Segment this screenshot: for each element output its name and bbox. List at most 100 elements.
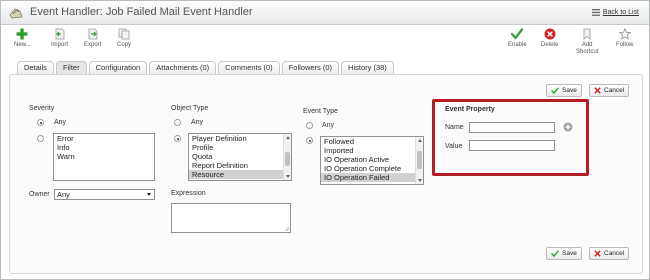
object-type-option[interactable]: Profile	[189, 143, 291, 152]
object-type-any-label: Any	[191, 119, 204, 126]
follow-label: Follow	[616, 42, 634, 48]
save-button-bottom[interactable]: Save	[546, 247, 582, 260]
import-button[interactable]: Import	[51, 28, 68, 49]
object-type-any-radio[interactable]	[174, 119, 181, 126]
object-type-option[interactable]: Quota	[189, 152, 291, 161]
event-property-label: Event Property	[445, 106, 495, 113]
scroll-up-icon	[418, 139, 422, 142]
copy-icon	[118, 28, 130, 40]
object-type-label: Object Type	[171, 105, 209, 112]
tab-followers[interactable]: Followers (0)	[281, 61, 340, 74]
add-property-icon[interactable]	[563, 122, 573, 132]
copy-button[interactable]: Copy	[117, 28, 131, 49]
object-type-list-radio[interactable]	[174, 135, 181, 142]
expression-label: Expression	[171, 190, 206, 197]
scroll-thumb[interactable]	[285, 152, 290, 166]
property-value-input[interactable]	[469, 140, 555, 151]
cancel-x-icon	[594, 250, 601, 257]
export-button[interactable]: Export	[84, 28, 101, 49]
expression-textarea[interactable]	[171, 203, 291, 233]
event-type-option[interactable]: Followed	[321, 137, 423, 146]
add-shortcut-label-1: Add	[581, 42, 593, 48]
event-type-option[interactable]: IO Operation Active	[321, 155, 423, 164]
severity-listbox[interactable]: Error Info Warn	[53, 133, 155, 181]
severity-any-radio[interactable]	[37, 119, 44, 126]
object-type-option[interactable]: Player Definition	[189, 134, 291, 143]
event-handler-window: Event Handler: Job Failed Mail Event Han…	[0, 0, 650, 280]
event-type-any-label: Any	[322, 122, 335, 129]
save-label: Save	[562, 250, 577, 257]
add-shortcut-button[interactable]: Add Shortcut	[576, 28, 598, 56]
save-check-icon	[551, 87, 559, 94]
tab-bar: Details Filter Configuration Attachments…	[17, 61, 394, 74]
scroll-down-icon	[286, 175, 290, 178]
severity-label: Severity	[29, 105, 55, 112]
list-icon	[591, 9, 600, 16]
event-type-option[interactable]: IO Operation Complete	[321, 164, 423, 173]
tab-attachments[interactable]: Attachments (0)	[149, 61, 217, 74]
new-button[interactable]: New...	[14, 28, 31, 49]
plus-icon	[16, 28, 28, 40]
object-type-option[interactable]: Report Definition	[189, 161, 291, 170]
event-type-scrollbar[interactable]	[415, 137, 423, 184]
delete-label: Delete	[541, 42, 559, 48]
event-type-listbox[interactable]: Followed Imported IO Operation Active IO…	[320, 136, 424, 185]
tab-comments[interactable]: Comments (0)	[218, 61, 280, 74]
back-to-list-label: Back to List	[602, 9, 639, 16]
copy-label: Copy	[117, 42, 132, 48]
follow-button[interactable]: Follow	[616, 28, 633, 49]
cancel-x-icon	[594, 87, 601, 94]
event-type-any-radio[interactable]	[306, 122, 313, 129]
export-icon	[88, 28, 98, 40]
delete-button[interactable]: Delete	[541, 28, 558, 49]
owner-select[interactable]: Any	[54, 189, 155, 200]
scroll-down-icon	[418, 179, 422, 182]
import-label: Import	[51, 42, 69, 48]
event-type-label: Event Type	[303, 108, 338, 115]
event-type-list-radio[interactable]	[306, 137, 313, 144]
title-bar: Event Handler: Job Failed Mail Event Han…	[1, 1, 649, 25]
import-icon	[55, 28, 64, 40]
resize-grip-icon[interactable]	[284, 226, 289, 231]
scroll-thumb[interactable]	[417, 151, 422, 169]
owner-label: Owner	[29, 191, 50, 198]
cancel-label: Cancel	[604, 87, 625, 94]
property-value-label: Value	[445, 143, 463, 150]
tab-filter[interactable]: Filter	[55, 61, 87, 74]
cancel-button-top[interactable]: Cancel	[589, 84, 630, 97]
delete-icon	[544, 28, 556, 40]
checkmark-icon	[511, 28, 524, 40]
save-label: Save	[562, 87, 577, 94]
severity-list-radio[interactable]	[37, 135, 44, 142]
new-label: New...	[14, 42, 31, 48]
window-title: Event Handler: Job Failed Mail Event Han…	[30, 6, 253, 18]
enable-label: Enable	[508, 42, 527, 48]
save-check-icon	[551, 250, 559, 257]
tab-history[interactable]: History (38)	[341, 61, 394, 74]
star-icon	[618, 28, 631, 40]
object-type-scrollbar[interactable]	[283, 134, 291, 180]
tab-configuration[interactable]: Configuration	[88, 61, 148, 74]
toolbar: New... Import Export Copy Enable Delete …	[1, 26, 649, 60]
save-button-top[interactable]: Save	[546, 84, 582, 97]
enable-button[interactable]: Enable	[508, 28, 527, 49]
cancel-label: Cancel	[604, 250, 625, 257]
severity-option[interactable]: Warn	[54, 152, 154, 161]
back-to-list-link[interactable]: Back to List	[591, 9, 639, 16]
severity-option[interactable]: Error	[54, 134, 154, 143]
severity-any-label: Any	[54, 119, 67, 126]
object-type-option-selected[interactable]: Resource	[189, 170, 291, 179]
shortcut-icon	[583, 28, 591, 40]
tab-details[interactable]: Details	[17, 61, 54, 74]
property-name-input[interactable]	[469, 122, 555, 133]
event-type-option-selected[interactable]: IO Operation Failed	[321, 173, 423, 182]
cancel-button-bottom[interactable]: Cancel	[589, 247, 630, 260]
chevron-down-icon	[147, 193, 151, 196]
severity-option[interactable]: Info	[54, 143, 154, 152]
scroll-up-icon	[286, 136, 290, 139]
export-label: Export	[84, 42, 102, 48]
event-type-option[interactable]: Imported	[321, 146, 423, 155]
owner-value: Any	[57, 190, 70, 199]
object-type-listbox[interactable]: Player Definition Profile Quota Report D…	[188, 133, 292, 181]
add-shortcut-label-2: Shortcut	[576, 49, 599, 55]
